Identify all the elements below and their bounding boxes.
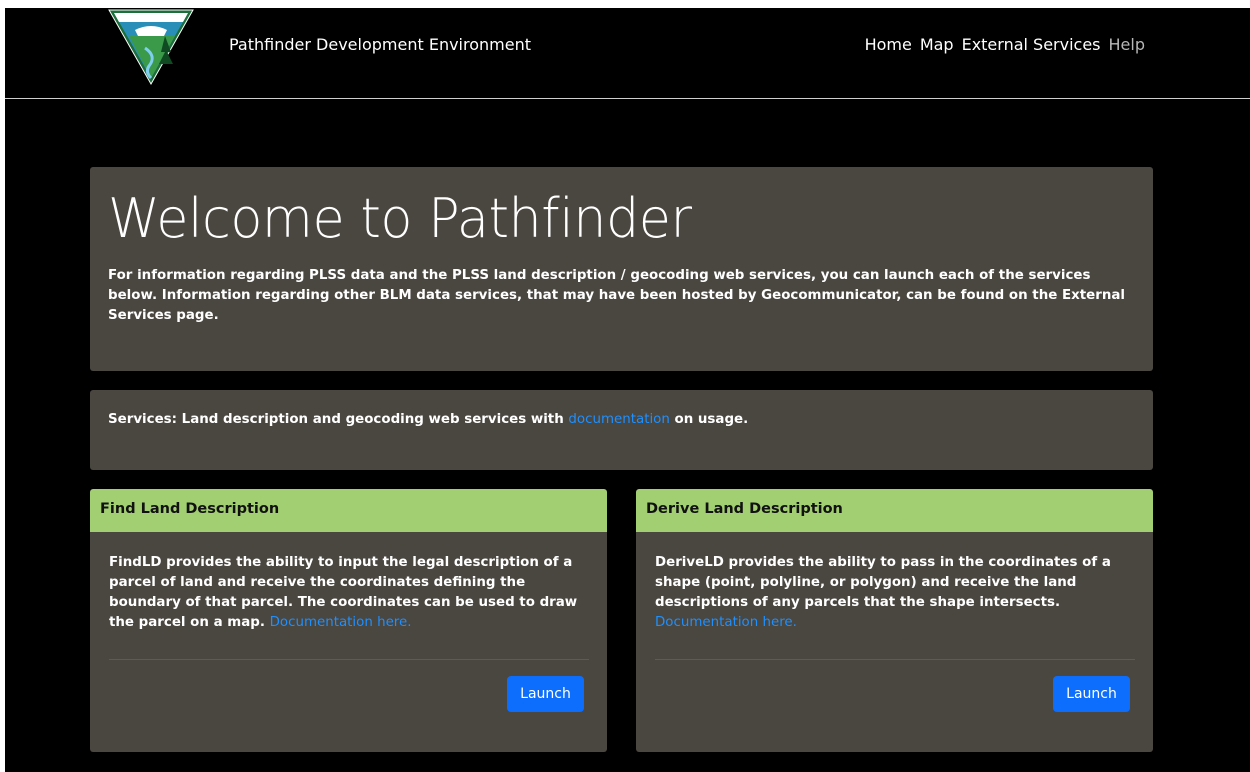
launch-deriveld-button[interactable]: Launch [1053, 676, 1130, 712]
nav-help[interactable]: Help [1109, 35, 1145, 54]
derive-land-description-card: Derive Land Description DeriveLD provide… [636, 489, 1153, 752]
welcome-jumbotron: Welcome to Pathfinder For information re… [90, 167, 1153, 371]
services-label: Services: [108, 412, 177, 427]
page: Pathfinder Development Environment Home … [5, 8, 1250, 772]
top-navbar: Pathfinder Development Environment Home … [5, 8, 1250, 99]
site-title[interactable]: Pathfinder Development Environment [229, 35, 531, 54]
services-text: Services: Land description and geocoding… [108, 412, 1138, 427]
card-description: DeriveLD provides the ability to pass in… [655, 553, 1140, 633]
launch-findld-button[interactable]: Launch [507, 676, 584, 712]
main-nav: Home Map External Services Help [865, 35, 1145, 54]
blm-logo[interactable] [105, 8, 197, 86]
welcome-title: Welcome to Pathfinder [108, 187, 692, 250]
find-land-description-card: Find Land Description FindLD provides th… [90, 489, 607, 752]
card-title: Find Land Description [90, 489, 607, 532]
nav-home[interactable]: Home [865, 35, 912, 54]
card-divider [109, 659, 589, 660]
card-divider [655, 659, 1135, 660]
card-title: Derive Land Description [636, 489, 1153, 532]
services-panel: Services: Land description and geocoding… [90, 390, 1153, 470]
services-description-end: on usage. [669, 412, 749, 427]
documentation-link[interactable]: documentation [568, 412, 669, 427]
documentation-here-link[interactable]: Documentation here. [655, 615, 797, 630]
welcome-text: For information regarding PLSS data and … [108, 268, 1126, 323]
card-body-text: DeriveLD provides the ability to pass in… [655, 555, 1111, 610]
nav-external-services[interactable]: External Services [962, 35, 1101, 54]
nav-map[interactable]: Map [920, 35, 954, 54]
card-description: FindLD provides the ability to input the… [109, 553, 594, 633]
services-description: Land description and geocoding web servi… [177, 412, 569, 427]
documentation-here-link[interactable]: Documentation here. [270, 615, 412, 630]
